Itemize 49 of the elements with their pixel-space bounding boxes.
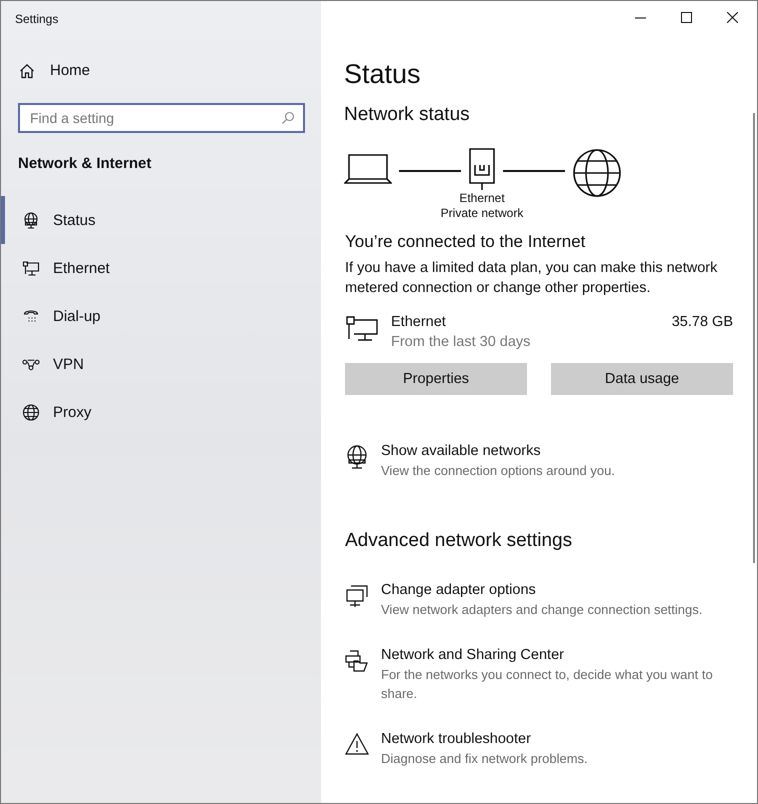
link-title[interactable]: Network troubleshooter xyxy=(381,729,588,749)
data-amount: 35.78 GB xyxy=(672,313,733,332)
globe-icon xyxy=(572,148,622,198)
search-field[interactable]: Find a setting xyxy=(18,103,305,133)
link-title[interactable]: Show available networks xyxy=(381,441,615,461)
link-description: For the networks you connect to, decide what you want to share. xyxy=(381,666,714,703)
window-title: Settings xyxy=(14,11,60,28)
laptop-icon xyxy=(344,153,392,185)
printer-folder-icon xyxy=(345,649,369,673)
adapter-name: Ethernet xyxy=(391,313,447,332)
minimize-icon[interactable] xyxy=(635,16,646,18)
ethernet-port-icon xyxy=(469,148,495,190)
scrollbar[interactable] xyxy=(753,113,755,563)
close-icon[interactable] xyxy=(727,12,738,23)
connection-line xyxy=(399,170,461,172)
nav-item[interactable]: Proxy xyxy=(1,388,321,436)
network-type: Private network xyxy=(440,206,524,221)
connection-heading: You’re connected to the Internet xyxy=(344,232,586,252)
link-description: View network adapters and change connection settings. xyxy=(381,601,702,619)
link-title[interactable]: Change adapter options xyxy=(381,580,702,600)
link-description: View the connection options around you. xyxy=(381,462,615,480)
warning-icon xyxy=(345,733,369,755)
nav-item[interactable]: Ethernet xyxy=(1,244,321,292)
phone-icon xyxy=(22,308,40,324)
usage-period: From the last 30 days xyxy=(391,333,532,352)
properties-button[interactable]: Properties xyxy=(345,363,527,395)
nav-item[interactable]: Dial-up xyxy=(1,292,321,340)
section-heading: Network & Internet xyxy=(18,155,152,172)
ethernet-monitor-icon xyxy=(22,260,40,276)
globe-monitor-icon xyxy=(22,212,40,228)
section-heading: Network status xyxy=(344,103,471,127)
nav-item[interactable]: VPN xyxy=(1,340,321,388)
section-heading: Advanced network settings xyxy=(344,529,574,553)
page-title: Status xyxy=(344,58,422,91)
home-icon xyxy=(19,62,35,78)
maximize-icon[interactable] xyxy=(681,12,692,23)
home-link[interactable]: Home xyxy=(19,62,321,79)
link-description: Diagnose and fix network problems. xyxy=(381,750,588,768)
data-usage-button[interactable]: Data usage xyxy=(551,363,733,395)
adapter-label: Ethernet xyxy=(459,191,505,206)
vpn-icon xyxy=(22,358,40,370)
connection-description: If you have a limited data plan, you can make this network metered connection or change other properties. xyxy=(345,259,718,298)
connection-line xyxy=(503,170,565,172)
ethernet-monitor-icon xyxy=(346,316,378,342)
link-title[interactable]: Network and Sharing Center xyxy=(381,645,733,665)
search-icon xyxy=(281,111,295,125)
monitors-icon xyxy=(345,584,369,608)
globe-monitor-icon xyxy=(345,445,369,469)
globe-icon xyxy=(22,404,40,420)
